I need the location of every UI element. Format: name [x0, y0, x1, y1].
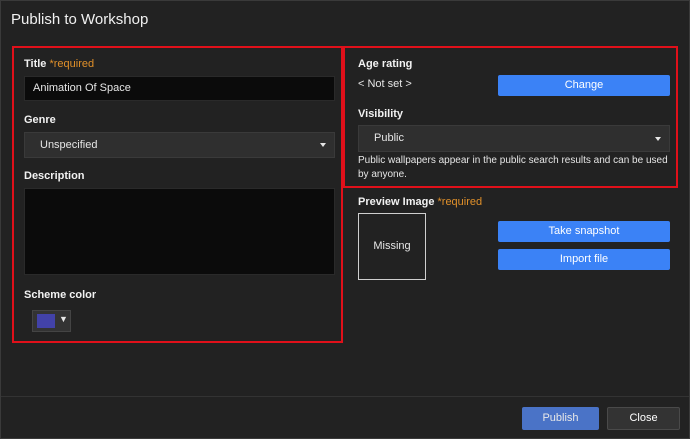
- preview-image-label: Preview Image *required: [358, 196, 482, 208]
- footer-divider: [1, 396, 689, 397]
- preview-image-placeholder: Missing: [358, 213, 426, 280]
- take-snapshot-button[interactable]: Take snapshot: [498, 221, 670, 242]
- publish-dialog: Publish to Workshop Title *required Anim…: [0, 0, 690, 439]
- publish-button[interactable]: Publish: [522, 407, 599, 430]
- import-file-button[interactable]: Import file: [498, 249, 670, 270]
- dialog-title: Publish to Workshop: [11, 11, 149, 28]
- preview-required-marker: *required: [437, 196, 483, 208]
- close-button[interactable]: Close: [607, 407, 680, 430]
- right-highlight-box: [343, 46, 678, 188]
- left-highlight-box: [12, 46, 343, 343]
- preview-image-label-text: Preview Image: [358, 196, 435, 208]
